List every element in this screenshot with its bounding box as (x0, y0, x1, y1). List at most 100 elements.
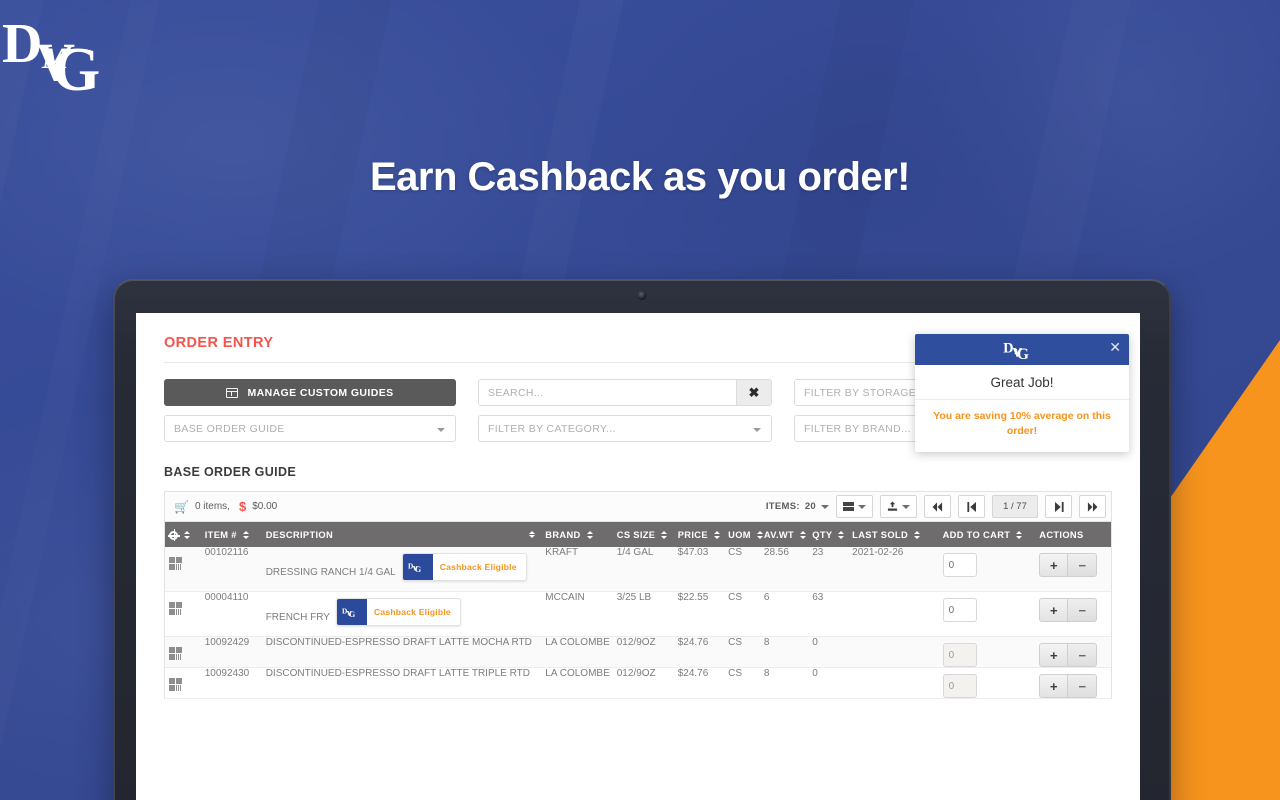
qr-code-icon (169, 602, 182, 615)
cell-item-number: 10092430 (200, 667, 262, 699)
column-description[interactable]: DESCRIPTION (261, 522, 542, 547)
sort-icon (756, 530, 763, 539)
cell-qty: 23 (808, 547, 849, 592)
order-guide-heading: BASE ORDER GUIDE (164, 465, 297, 479)
add-to-cart-input[interactable] (942, 598, 977, 622)
column-qty[interactable]: QTY (808, 522, 849, 547)
chevron-down-icon (821, 504, 829, 509)
sort-icon (1016, 530, 1023, 539)
filter-by-category-select[interactable]: FILTER BY CATEGORY... (478, 415, 772, 442)
decrement-button[interactable]: − (1068, 674, 1098, 698)
items-per-page-select[interactable]: ITEMS: 20 (766, 501, 829, 512)
cell-uom: CS (724, 591, 760, 637)
column-label: PRICE (677, 529, 708, 540)
column-cs-size[interactable]: CS SIZE (612, 522, 674, 547)
column-label: UOM (728, 529, 751, 540)
increment-button[interactable]: + (1039, 674, 1069, 698)
popup-header: D V G M ✕ (915, 334, 1129, 365)
page-indicator: 1 / 77 (992, 495, 1038, 518)
table-body: 00102116 DRESSING RANCH 1/4 GAL D V G M Cashba… (165, 547, 1111, 699)
column-label: BRAND (545, 529, 581, 540)
cell-uom: CS (724, 667, 760, 699)
gear-icon (167, 529, 180, 542)
cell-qr[interactable] (165, 667, 201, 699)
cell-add-to-cart[interactable] (938, 667, 1036, 699)
dvg-logo-icon: DVGM (336, 599, 367, 625)
column-settings[interactable] (165, 522, 201, 547)
cashback-eligible-label: Cashback Eligible (373, 607, 451, 617)
last-page-icon (1087, 501, 1098, 512)
popup-dvg-logo: D V G M (1003, 340, 1029, 360)
search-input[interactable] (479, 380, 736, 405)
next-page-button[interactable] (1045, 495, 1072, 518)
cell-av-wt: 8 (759, 667, 809, 699)
cell-actions[interactable]: + − (1035, 547, 1111, 592)
decrement-button[interactable]: − (1068, 643, 1098, 667)
column-brand[interactable]: BRAND (541, 522, 613, 547)
sort-icon (242, 530, 249, 539)
popup-heading: Great Job! (915, 365, 1129, 400)
cell-item-number: 00102116 (200, 547, 262, 592)
cell-qr[interactable] (165, 547, 201, 592)
qr-code-icon (169, 647, 182, 660)
table-row[interactable]: 10092429 DISCONTINUED-ESPRESSO DRAFT LATT… (165, 636, 1111, 668)
close-icon[interactable]: ✕ (1109, 340, 1121, 354)
previous-page-button[interactable] (958, 495, 985, 518)
increment-button[interactable]: + (1039, 553, 1069, 577)
filter-by-category-label: FILTER BY CATEGORY... (488, 422, 616, 435)
table-row[interactable]: 00004110 FRENCH FRY D V G M Cashback Eligible M… (165, 591, 1111, 637)
column-label: DESCRIPTION (265, 529, 334, 540)
cell-add-to-cart[interactable] (938, 591, 1036, 637)
first-page-button[interactable] (924, 495, 951, 518)
column-av-wt[interactable]: AV.WT (759, 522, 809, 547)
svg-text:M: M (412, 565, 417, 570)
column-label: ITEM # (204, 529, 237, 540)
cell-qr[interactable] (165, 591, 201, 637)
column-price[interactable]: PRICE (673, 522, 725, 547)
search-field-wrapper: ✖ (478, 379, 772, 406)
add-to-cart-input[interactable] (942, 674, 977, 698)
increment-button[interactable]: + (1039, 643, 1069, 667)
manage-custom-guides-button[interactable]: MANAGE CUSTOM GUIDES (164, 379, 456, 406)
column-label: CS SIZE (616, 529, 656, 540)
increment-button[interactable]: + (1039, 598, 1069, 622)
table-row[interactable]: 10092430 DISCONTINUED-ESPRESSO DRAFT LATT… (165, 667, 1111, 699)
cell-brand: LA COLOMBE (541, 667, 613, 699)
clear-search-icon[interactable]: ✖ (736, 380, 771, 405)
cell-qr[interactable] (165, 636, 201, 668)
cell-description: FRENCH FRY D V G M Cashback Eligible (261, 591, 542, 637)
cell-actions[interactable]: + − (1035, 591, 1111, 637)
order-guide-select[interactable]: BASE ORDER GUIDE (164, 415, 456, 442)
cell-qty: 0 (808, 636, 849, 668)
sort-icon (913, 530, 920, 539)
column-chooser-button[interactable] (836, 495, 873, 518)
cart-total: $0.00 (252, 501, 278, 512)
sort-icon (661, 530, 668, 539)
column-item-number[interactable]: ITEM # (200, 522, 262, 547)
first-page-icon (932, 501, 943, 512)
export-button[interactable] (880, 495, 917, 518)
decrement-button[interactable]: − (1068, 553, 1098, 577)
column-uom[interactable]: UOM (724, 522, 763, 547)
last-page-button[interactable] (1079, 495, 1106, 518)
column-last-sold[interactable]: LAST SOLD (848, 522, 939, 547)
add-to-cart-input[interactable] (942, 643, 977, 667)
cell-actions[interactable]: + − (1035, 636, 1111, 668)
cell-add-to-cart[interactable] (938, 636, 1036, 668)
column-add-to-cart[interactable]: ADD TO CART (938, 522, 1036, 547)
actions-group: + − (1039, 643, 1098, 667)
badge-dvg-logo: D VGM (408, 562, 421, 574)
cell-qty: 63 (808, 591, 849, 637)
cell-item-number: 10092429 (200, 636, 262, 668)
cell-price: $24.76 (673, 636, 725, 668)
cart-summary: 🛒 0 items, $ $0.00 (174, 500, 277, 513)
cell-last-sold: 2021-02-26 (848, 547, 939, 592)
decrement-button[interactable]: − (1068, 598, 1098, 622)
add-to-cart-input[interactable] (942, 553, 977, 577)
table-row[interactable]: 00102116 DRESSING RANCH 1/4 GAL D V G M Cashba… (165, 547, 1111, 592)
hero-logo: D V G M (0, 0, 1280, 100)
svg-text:M: M (1013, 346, 1022, 355)
cell-add-to-cart[interactable] (938, 547, 1036, 592)
cell-actions[interactable]: + − (1035, 667, 1111, 699)
svg-text:M: M (347, 610, 352, 615)
